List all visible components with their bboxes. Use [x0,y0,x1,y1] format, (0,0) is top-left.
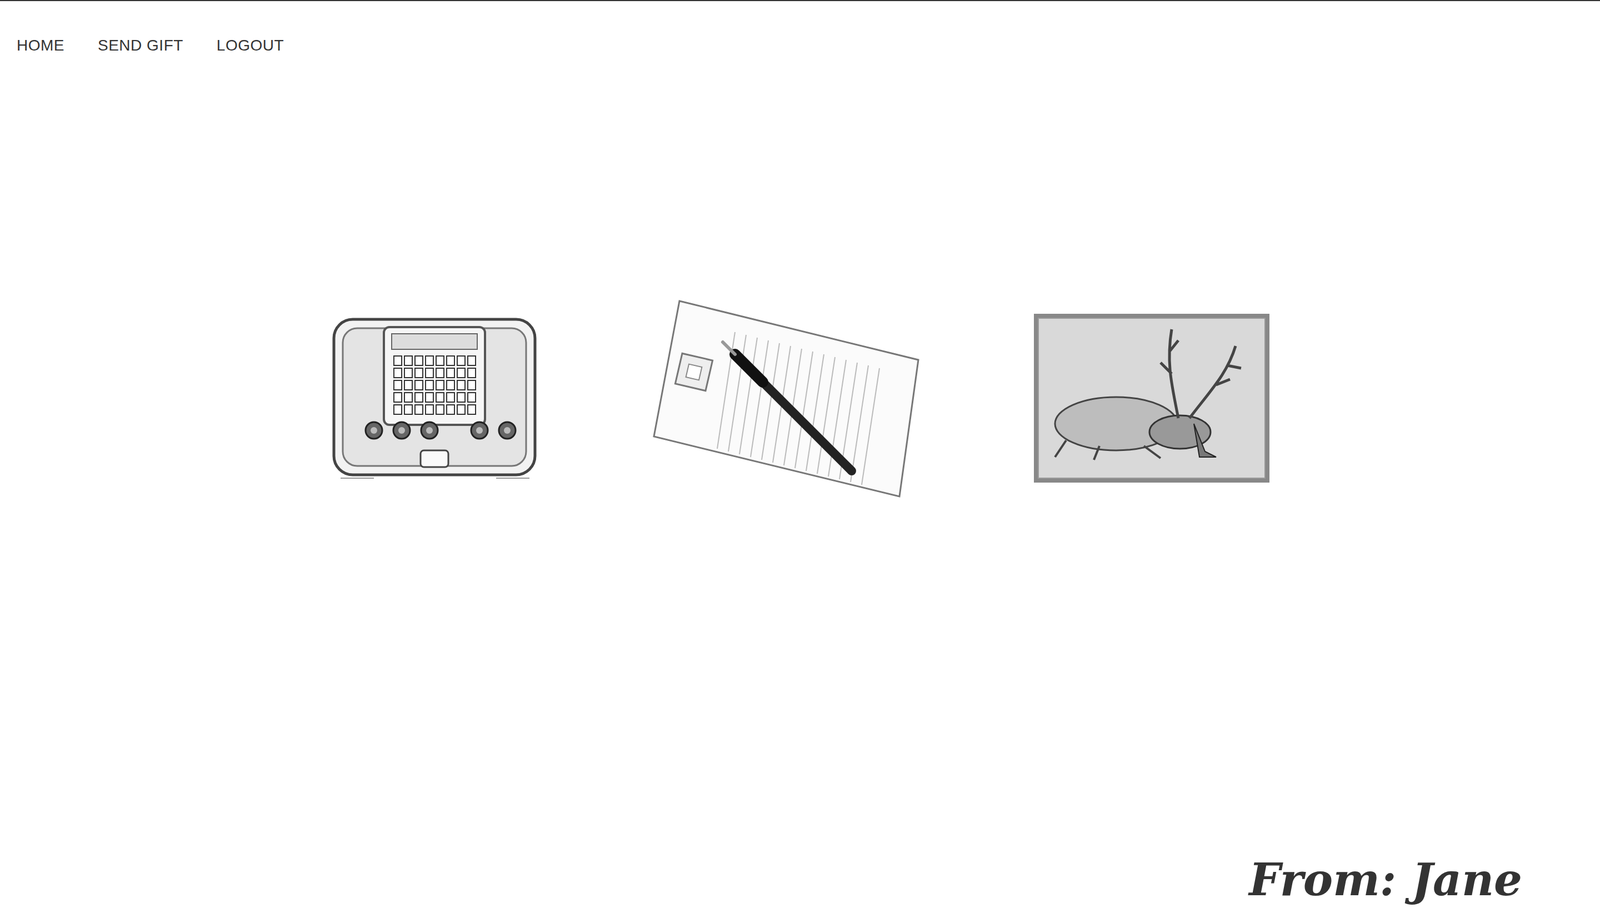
letter-and-pen-icon[interactable] [651,298,921,498]
page: HOME SEND GIFT LOGOUT From: Jane [0,0,1600,913]
radio-icon[interactable] [329,311,540,485]
footer: From: Jane [0,854,1600,913]
nav-link[interactable]: HOME [16,36,65,55]
signature: From: Jane [1248,854,1523,906]
gift-gallery [0,298,1600,498]
nav-link[interactable]: LOGOUT [216,36,284,55]
nav-link[interactable]: SEND GIFT [97,36,184,55]
deer-picture-icon[interactable] [1032,312,1271,484]
nav-bar: HOME SEND GIFT LOGOUT [0,1,1600,55]
